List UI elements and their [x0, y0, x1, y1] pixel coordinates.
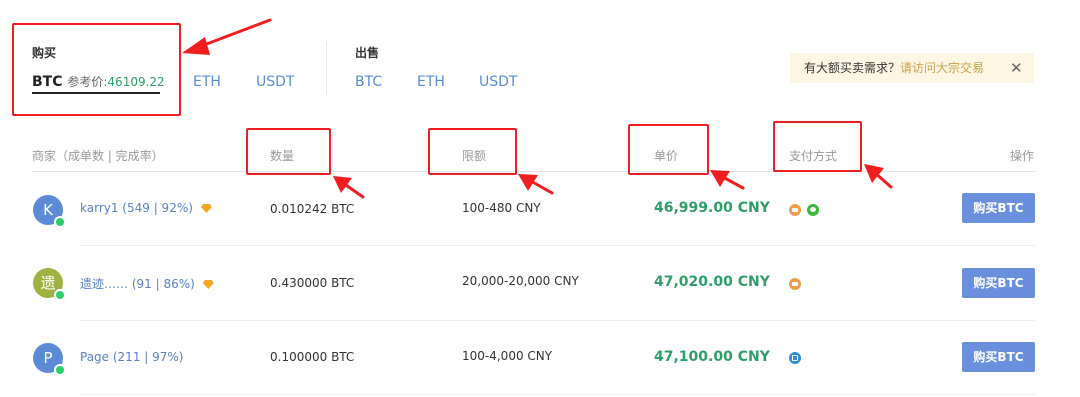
- arrow-head: [333, 176, 352, 193]
- annotation-arrows: [182, 18, 893, 199]
- arrow-head: [182, 37, 210, 55]
- arrow-line: [194, 18, 272, 50]
